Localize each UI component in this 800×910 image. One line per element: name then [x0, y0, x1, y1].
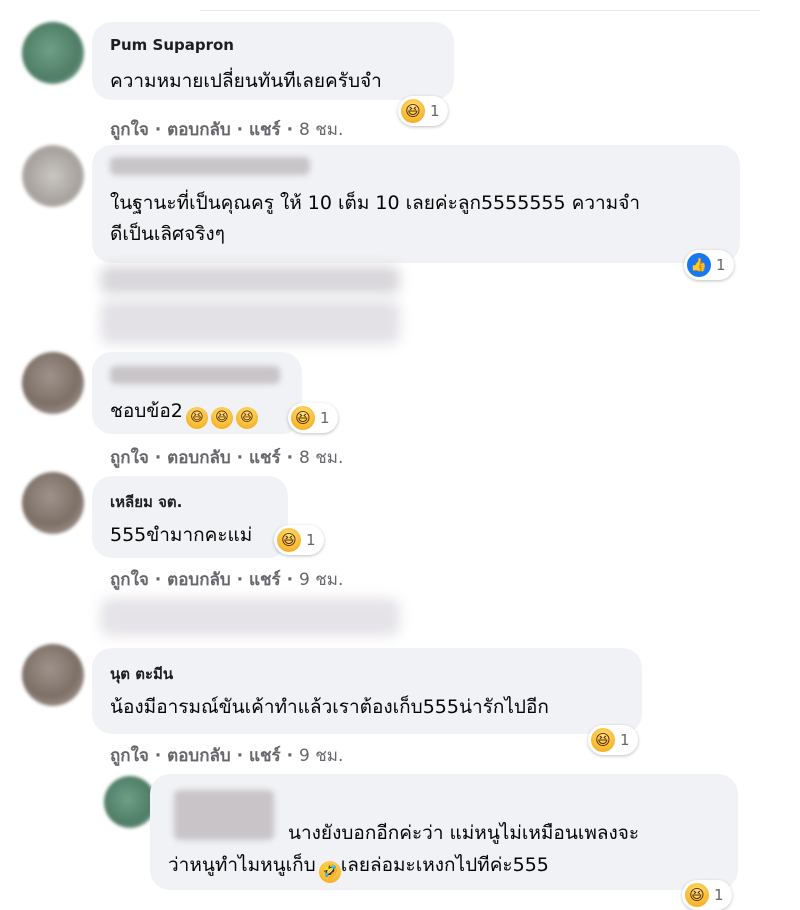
- comment-author[interactable]: [174, 790, 274, 840]
- comment-author[interactable]: Pum Supapron: [110, 36, 234, 54]
- comment-text: ชอบข้อ2 😆 😆 😆: [110, 396, 258, 429]
- reply-link[interactable]: ตอบกลับ: [167, 120, 231, 140]
- comment-actions: ถูกใจ · ตอบกลับ · แชร์ · 8 ชม.: [110, 120, 344, 140]
- reaction-count: 1: [430, 102, 440, 120]
- comment-bubble: ในฐานะที่เป็นคุณครู ให้ 10 เต็ม 10 เลยค่…: [92, 145, 740, 263]
- blurred-content: [100, 300, 400, 344]
- avatar[interactable]: [22, 644, 84, 706]
- haha-reaction-icon: 😆: [277, 528, 301, 552]
- share-link[interactable]: แชร์: [249, 746, 281, 766]
- blurred-content: [100, 266, 400, 294]
- haha-reaction-icon: 😆: [591, 728, 615, 752]
- reaction-summary[interactable]: 😆 1: [682, 880, 732, 910]
- reaction-summary[interactable]: 😆 1: [274, 525, 324, 555]
- comment-author[interactable]: [110, 366, 280, 384]
- reaction-summary[interactable]: 😆 1: [398, 96, 448, 126]
- reaction-count: 1: [306, 531, 316, 549]
- comment-text-line2: ดีเป็นเลิศจริงๆ: [110, 223, 225, 245]
- comment-actions: ถูกใจ · ตอบกลับ · แชร์ · 9 ชม.: [110, 570, 344, 590]
- haha-reaction-icon: 😆: [685, 883, 709, 907]
- avatar[interactable]: [22, 145, 84, 207]
- laughing-face-icon: 😆: [210, 407, 233, 429]
- avatar[interactable]: [22, 352, 84, 414]
- laughing-face-icon: 😆: [235, 407, 258, 429]
- reaction-summary[interactable]: 👍 1: [684, 250, 734, 280]
- haha-reaction-icon: 😆: [291, 406, 315, 430]
- timestamp[interactable]: 9 ชม.: [299, 746, 343, 766]
- reply-link[interactable]: ตอบกลับ: [167, 570, 231, 590]
- comment-text: ในฐานะที่เป็นคุณครู ให้ 10 เต็ม 10 เลยค่…: [110, 192, 641, 214]
- reaction-summary[interactable]: 😆 1: [288, 403, 338, 433]
- comment-bubble: เหลียม จต. 555ขำมากคะแม่: [92, 476, 288, 558]
- laughing-face-icon: 😆: [185, 407, 208, 429]
- share-link[interactable]: แชร์: [249, 570, 281, 590]
- comment-bubble: ชอบข้อ2 😆 😆 😆: [92, 352, 302, 434]
- comment-text: นางยังบอกอีกค่ะว่า แม่หนูไม่เหมือนเพลงจะ: [288, 822, 640, 844]
- like-link[interactable]: ถูกใจ: [110, 746, 149, 766]
- reaction-count: 1: [620, 731, 630, 749]
- comment-text-line2: ว่าหนูทำไมหนูเก็บ 🤣 เลยล่อมะเหงกไปทีค่ะ555: [168, 850, 549, 883]
- reaction-count: 1: [714, 886, 724, 904]
- comment-text: 555ขำมากคะแม่: [110, 524, 253, 546]
- previous-comment-divider: [200, 0, 760, 11]
- share-link[interactable]: แชร์: [249, 448, 281, 468]
- like-link[interactable]: ถูกใจ: [110, 570, 149, 590]
- timestamp[interactable]: 8 ชม.: [299, 448, 343, 468]
- like-reaction-icon: 👍: [687, 253, 711, 277]
- comment-text: น้องมีอารมณ์ขันเค้าทำแล้วเราต้องเก็บ555น…: [110, 696, 549, 718]
- timestamp[interactable]: 9 ชม.: [299, 570, 343, 590]
- haha-reaction-icon: 😆: [401, 99, 425, 123]
- comment-bubble: นางยังบอกอีกค่ะว่า แม่หนูไม่เหมือนเพลงจะ…: [150, 774, 738, 890]
- reaction-count: 1: [320, 409, 330, 427]
- reply-link[interactable]: ตอบกลับ: [167, 448, 231, 468]
- comment-text: ความหมายเปลี่ยนทันทีเลยครับจำ: [110, 70, 382, 92]
- blurred-content: [100, 598, 400, 636]
- comment-actions: ถูกใจ · ตอบกลับ · แชร์ · 8 ชม.: [110, 448, 344, 468]
- timestamp[interactable]: 8 ชม.: [299, 120, 343, 140]
- comment-actions: ถูกใจ · ตอบกลับ · แชร์ · 9 ชม.: [110, 746, 344, 766]
- like-link[interactable]: ถูกใจ: [110, 448, 149, 468]
- rofl-icon: 🤣: [318, 861, 341, 883]
- reaction-count: 1: [716, 256, 726, 274]
- avatar[interactable]: [22, 22, 84, 84]
- comment-author[interactable]: นุต ตะมีน: [110, 662, 173, 686]
- comment-author[interactable]: [110, 157, 310, 175]
- comment-author[interactable]: เหลียม จต.: [110, 490, 182, 514]
- reply-link[interactable]: ตอบกลับ: [167, 746, 231, 766]
- avatar[interactable]: [22, 472, 84, 534]
- comment-bubble: Pum Supapron ความหมายเปลี่ยนทันทีเลยครับ…: [92, 22, 454, 100]
- comment-bubble: นุต ตะมีน น้องมีอารมณ์ขันเค้าทำแล้วเราต้…: [92, 648, 642, 734]
- share-link[interactable]: แชร์: [249, 120, 281, 140]
- reaction-summary[interactable]: 😆 1: [588, 725, 638, 755]
- avatar[interactable]: [104, 776, 156, 828]
- like-link[interactable]: ถูกใจ: [110, 120, 149, 140]
